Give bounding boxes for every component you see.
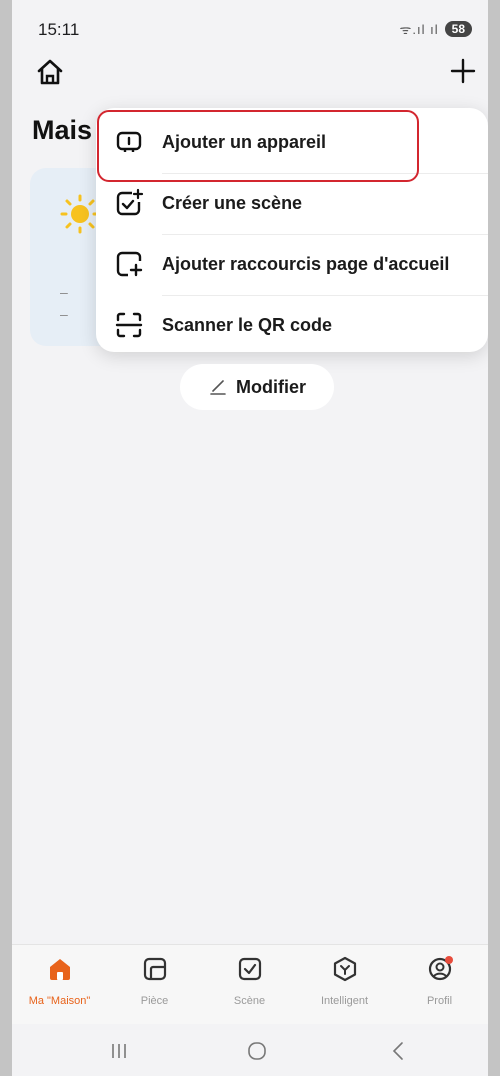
nav-tab-label: Pièce bbox=[140, 995, 169, 1007]
add-menu-button[interactable] bbox=[446, 54, 480, 88]
pencil-icon bbox=[210, 380, 226, 395]
notification-badge bbox=[445, 956, 453, 964]
house-icon bbox=[37, 59, 63, 85]
status-bar: 15:11 ᯤ.ıl ıl 58 bbox=[12, 0, 488, 56]
system-navigation-bar bbox=[12, 1024, 488, 1076]
signal-icon: ᯤ.ıl ıl bbox=[399, 22, 439, 37]
scan-qr-icon bbox=[115, 312, 143, 338]
home-system-icon[interactable] bbox=[242, 1036, 272, 1066]
add-shortcut-icon bbox=[116, 251, 143, 277]
menu-item-create-scene[interactable]: Créer une scène bbox=[96, 173, 488, 234]
nav-tab-home[interactable]: Ma "Maison" bbox=[12, 945, 107, 1025]
nav-tab-label: Intelligent bbox=[320, 995, 369, 1007]
home-switch-button[interactable] bbox=[34, 56, 66, 88]
plus-icon bbox=[450, 58, 476, 84]
room-icon bbox=[143, 957, 167, 981]
menu-item-label: Scanner le QR code bbox=[162, 315, 333, 335]
weather-value: – bbox=[60, 306, 68, 322]
battery-indicator: 58 bbox=[444, 21, 472, 37]
home-icon bbox=[50, 959, 70, 980]
highlight-box bbox=[97, 110, 419, 182]
sun-icon bbox=[60, 194, 100, 234]
menu-item-add-shortcut[interactable]: Ajouter raccourcis page d'accueil bbox=[96, 234, 488, 295]
status-icons: ᯤ.ıl ıl 58 bbox=[400, 20, 472, 38]
smart-icon bbox=[333, 956, 357, 982]
menu-item-scan-qr[interactable]: Scanner le QR code bbox=[96, 295, 488, 356]
back-icon[interactable] bbox=[384, 1036, 414, 1066]
weather-value: – bbox=[60, 284, 68, 300]
nav-tab-label: Profil bbox=[426, 995, 453, 1007]
bottom-navigation: Ma "Maison" Pièce Scène Intelligent Prof… bbox=[12, 944, 488, 1024]
recent-apps-icon[interactable] bbox=[104, 1036, 134, 1066]
nav-tab-profile[interactable]: Profil bbox=[392, 945, 487, 1025]
scene-icon bbox=[238, 957, 262, 981]
page-title: Mais bbox=[32, 115, 93, 145]
nav-tab-room[interactable]: Pièce bbox=[107, 945, 202, 1025]
nav-tab-label: Scène bbox=[233, 995, 266, 1007]
nav-tab-label: Ma "Maison" bbox=[28, 995, 91, 1007]
app-screen: 15:11 ᯤ.ıl ıl 58 Mais – – Ajouter un app… bbox=[12, 0, 488, 1076]
status-time: 15:11 bbox=[38, 20, 80, 39]
nav-tab-scene[interactable]: Scène bbox=[202, 945, 297, 1025]
nav-tab-smart[interactable]: Intelligent bbox=[297, 945, 392, 1025]
modify-button[interactable]: Modifier bbox=[180, 364, 334, 410]
menu-item-label: Ajouter raccourcis page d'accueil bbox=[162, 254, 450, 274]
profile-icon bbox=[428, 956, 453, 981]
menu-item-label: Créer une scène bbox=[162, 193, 303, 213]
create-scene-icon bbox=[116, 188, 144, 216]
modify-button-label: Modifier bbox=[236, 376, 306, 397]
